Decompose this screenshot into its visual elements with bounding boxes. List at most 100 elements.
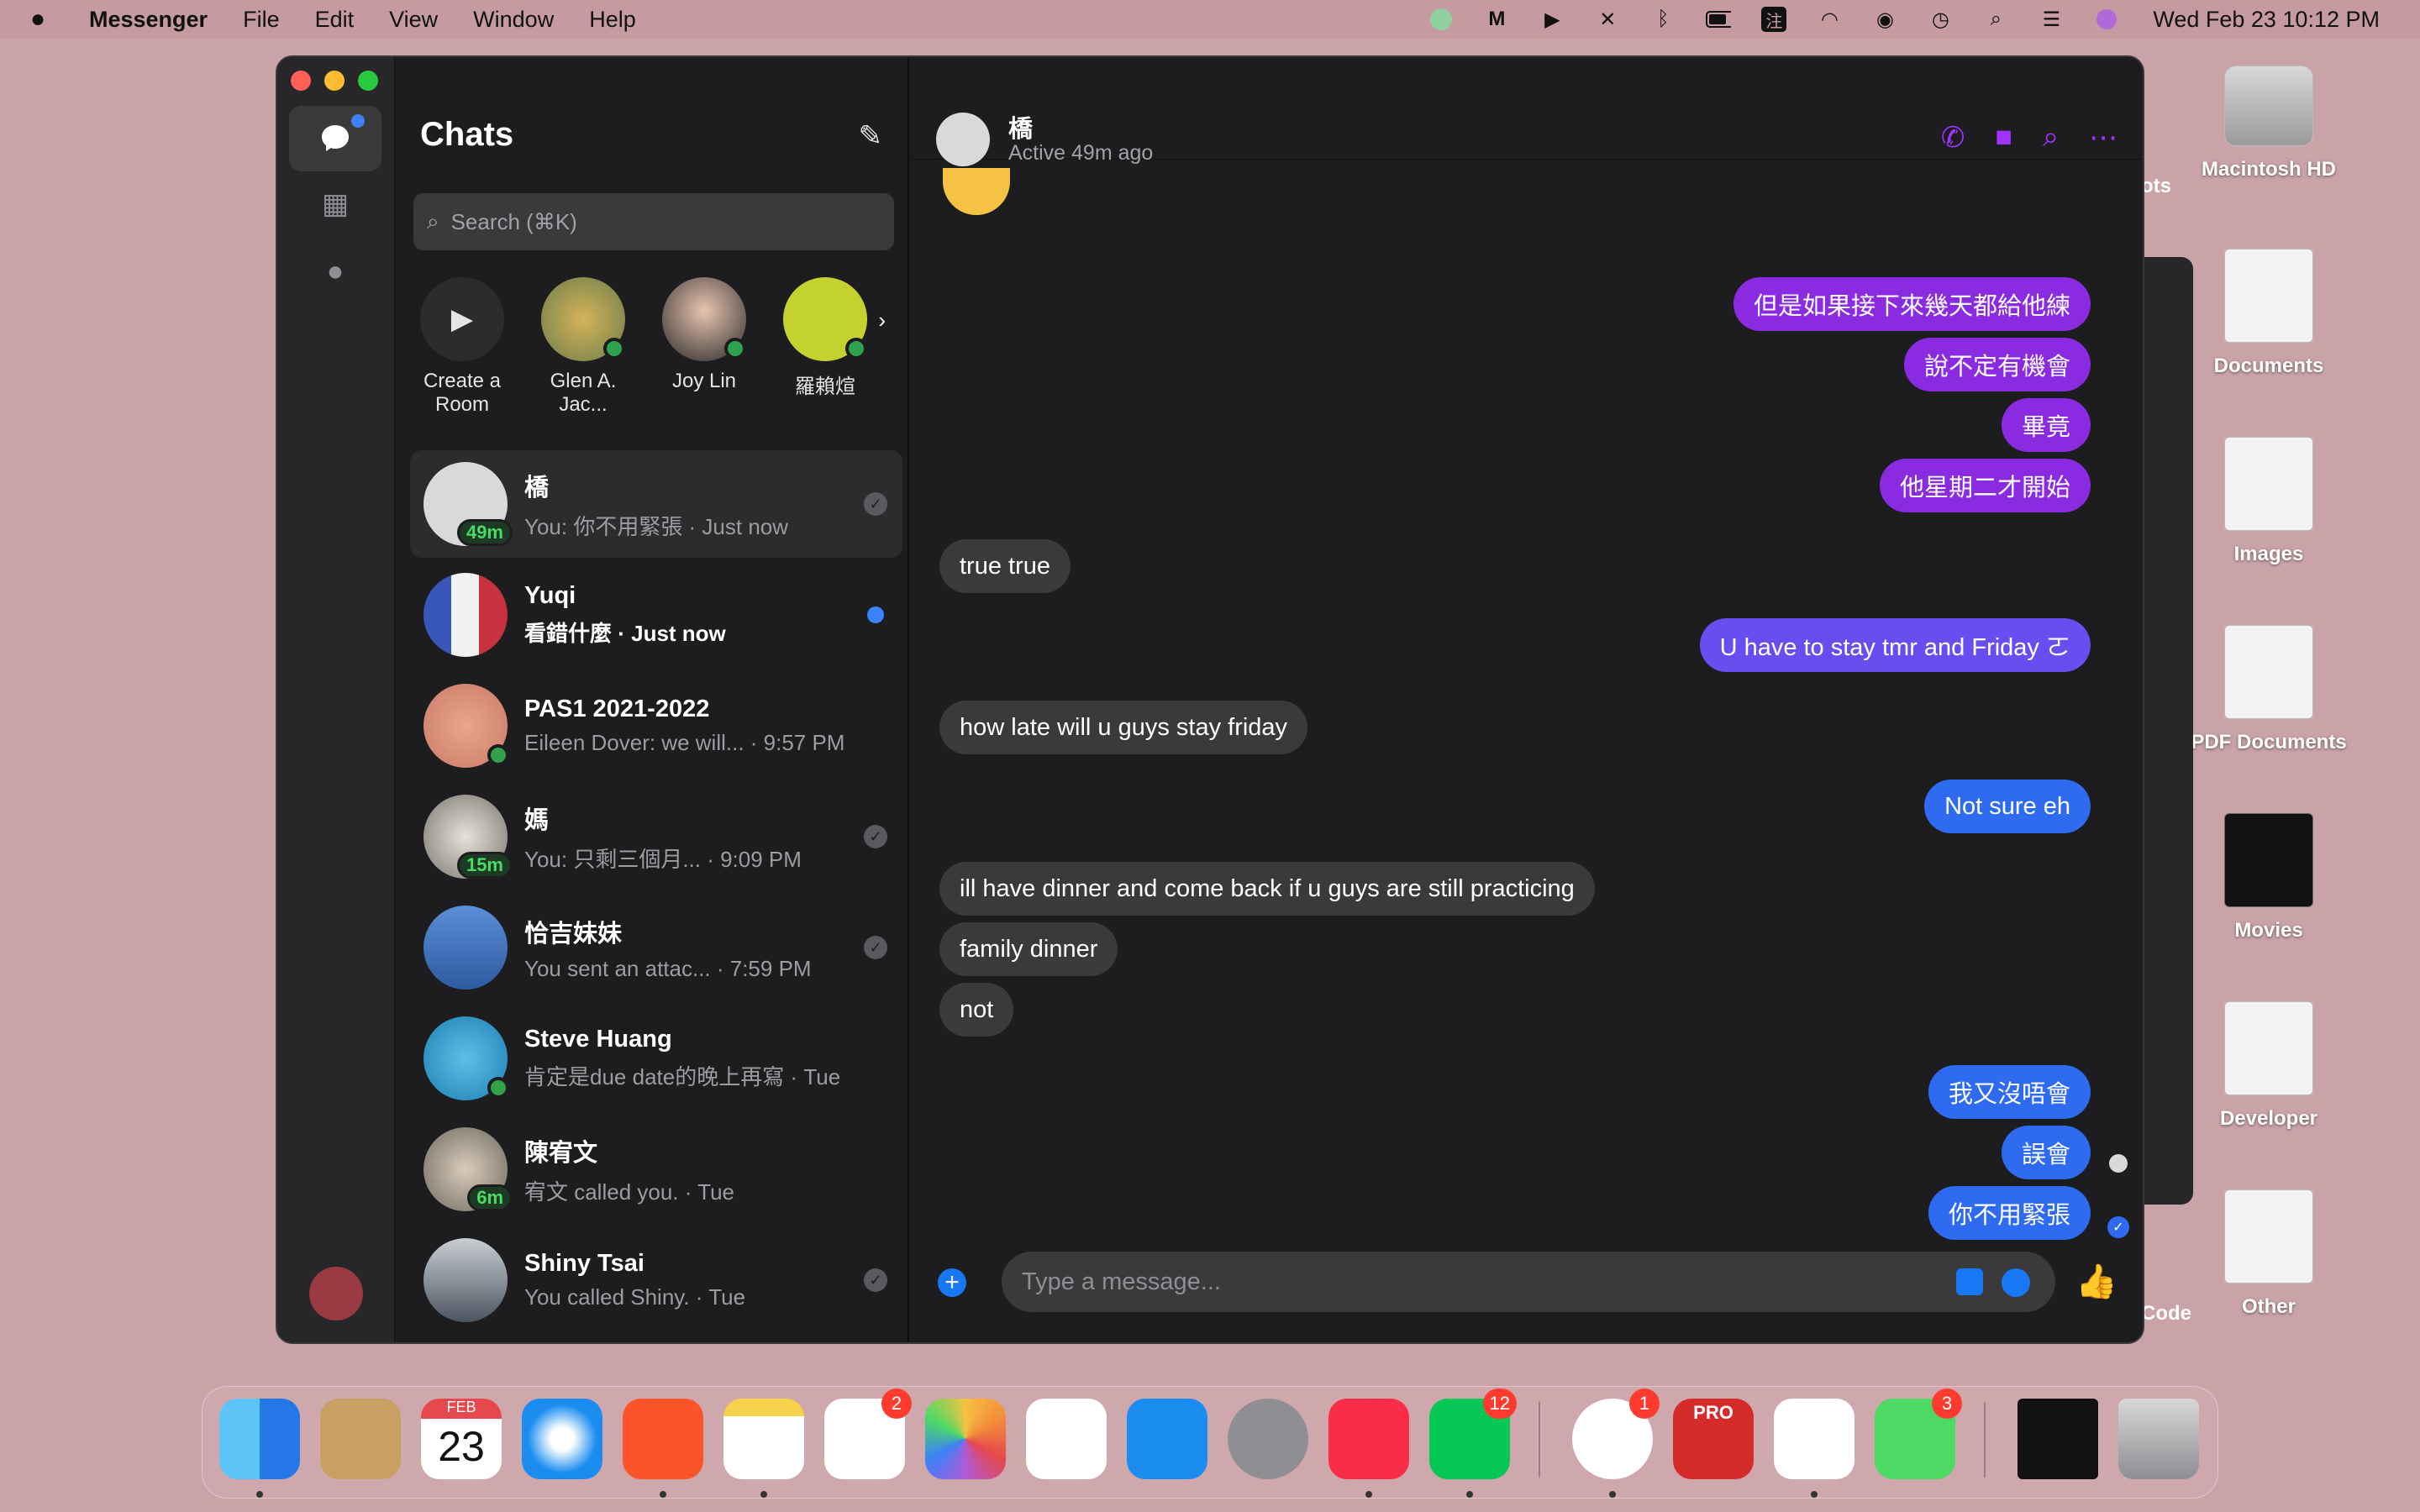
plus-icon[interactable]: + bbox=[938, 1268, 966, 1297]
music-icon[interactable] bbox=[1328, 1399, 1409, 1498]
outgoing-message[interactable]: 說不定有機會 bbox=[1903, 338, 2091, 391]
zoom-window-button[interactable] bbox=[358, 71, 378, 91]
user-account-icon[interactable]: ◉ bbox=[1872, 7, 1897, 32]
trash-icon[interactable] bbox=[2118, 1399, 2199, 1479]
avatar bbox=[424, 1238, 508, 1322]
menubar-clock[interactable]: Wed Feb 23 10:12 PM bbox=[2153, 7, 2380, 33]
menu-help[interactable]: Help bbox=[589, 7, 636, 33]
bluetooth-icon[interactable]: ᛒ bbox=[1650, 7, 1676, 32]
wifi-icon[interactable]: ◠ bbox=[1817, 7, 1842, 32]
conversation-avatar[interactable] bbox=[936, 113, 990, 166]
incoming-message[interactable]: not bbox=[939, 983, 1014, 1037]
photos-icon[interactable] bbox=[925, 1399, 1006, 1479]
line-status-icon[interactable] bbox=[1428, 7, 1454, 32]
brave-icon[interactable] bbox=[623, 1399, 703, 1498]
online-indicator bbox=[845, 338, 867, 360]
safari-icon[interactable] bbox=[522, 1399, 602, 1479]
more-options-icon[interactable]: ⋯ bbox=[2089, 121, 2118, 155]
vscode-icon[interactable] bbox=[1774, 1399, 1854, 1498]
apple-icon[interactable]: ● bbox=[30, 5, 64, 34]
notes-icon[interactable] bbox=[723, 1399, 804, 1498]
outgoing-message[interactable]: 我又沒唔會 bbox=[1928, 1065, 2091, 1119]
finder-icon[interactable] bbox=[219, 1399, 300, 1498]
compose-icon[interactable]: ✎ bbox=[859, 119, 883, 153]
phone-call-icon[interactable]: ✆ bbox=[1941, 121, 1965, 155]
contacts-icon[interactable] bbox=[320, 1399, 401, 1479]
line-icon[interactable]: 12 bbox=[1429, 1389, 1517, 1498]
downloads-stack-icon[interactable] bbox=[2018, 1399, 2098, 1479]
pdf-stack-icon bbox=[2224, 625, 2313, 719]
input-method-icon[interactable]: 注 bbox=[1761, 7, 1787, 32]
siri-icon[interactable] bbox=[2094, 7, 2119, 32]
avatar: 6m bbox=[424, 1127, 513, 1211]
outgoing-message[interactable]: 但是如果接下來幾天都給他練 bbox=[1733, 277, 2091, 331]
chat-row[interactable]: PAS1 2021-2022 Eileen Dover: we will... ·… bbox=[410, 672, 902, 780]
story-contact[interactable]: Joy Lin bbox=[662, 277, 746, 437]
chat-row[interactable]: 恰吉妹妹 You sent an attac... · 7:59 PM ✓ bbox=[410, 894, 902, 1001]
chat-name: PAS1 2021-2022 bbox=[524, 696, 710, 722]
story-contact[interactable]: 羅賴煊 bbox=[783, 277, 867, 437]
battery-icon[interactable] bbox=[1706, 7, 1732, 32]
outgoing-message[interactable]: U have to stay tmr and Friday ㄛ bbox=[1699, 618, 2091, 672]
seen-avatar-indicator bbox=[2109, 1154, 2128, 1173]
story-contact[interactable]: Glen A. Jac... bbox=[541, 277, 625, 437]
system-preferences-icon[interactable] bbox=[1228, 1399, 1308, 1479]
conversation-panel: 橋 Active 49m ago ✆ ■ ⌕ ⋯ 但是如果接下來幾天都給他練 說… bbox=[911, 57, 2143, 1342]
pro-app-icon[interactable]: PRO bbox=[1673, 1399, 1754, 1479]
story-label: Joy Lin bbox=[671, 370, 737, 392]
menu-file[interactable]: File bbox=[243, 7, 280, 33]
thumbs-up-icon[interactable]: 👍 bbox=[2075, 1262, 2118, 1301]
chat-row[interactable]: Shiny Tsai You called Shiny. · Tue ✓ bbox=[410, 1226, 902, 1334]
outgoing-message[interactable]: Not sure eh bbox=[1924, 780, 2091, 833]
control-center-icon[interactable]: ☰ bbox=[2039, 7, 2064, 32]
time-machine-icon[interactable]: ◷ bbox=[1928, 7, 1953, 32]
search-input[interactable]: ⌕ Search (⌘K) bbox=[413, 193, 894, 250]
calendar-icon[interactable]: FEB 23 bbox=[421, 1399, 502, 1479]
message-input[interactable]: Type a message... bbox=[1002, 1252, 2055, 1312]
chat-row[interactable]: 49m 橋 You: 你不用緊張 · Just now ✓ bbox=[410, 450, 902, 558]
outgoing-message[interactable]: 他星期二才開始 bbox=[1879, 459, 2091, 512]
sticker-icon[interactable] bbox=[1956, 1268, 1983, 1295]
chat-row[interactable]: Steve Huang 肯定是due date的晚上再寫 · Tue bbox=[410, 1005, 902, 1112]
video-call-icon[interactable]: ■ bbox=[1995, 121, 2012, 155]
desktop-icon-other[interactable]: Other bbox=[2118, 1189, 2420, 1319]
conversation-name[interactable]: 橋 bbox=[1008, 109, 1033, 144]
mute-icon[interactable]: ✕ bbox=[1595, 7, 1620, 32]
incoming-message[interactable]: ill have dinner and come back if u guys … bbox=[939, 862, 1595, 916]
search-icon[interactable]: ⌕ bbox=[1983, 7, 2008, 32]
outgoing-message[interactable]: 誤會 bbox=[2001, 1126, 2091, 1179]
outgoing-message[interactable]: 畢竟 bbox=[2001, 398, 2091, 452]
marketplace-nav-button[interactable]: ▦ bbox=[289, 171, 381, 237]
play-icon[interactable]: ▶ bbox=[1539, 7, 1565, 32]
pages-icon[interactable] bbox=[1026, 1399, 1107, 1479]
desktop-icon-macintosh-hd[interactable]: Macintosh HD bbox=[2118, 55, 2420, 181]
chat-row[interactable]: 6m 陳宥文 宥文 called you. · Tue bbox=[410, 1116, 902, 1223]
menu-edit[interactable]: Edit bbox=[315, 7, 355, 33]
chevron-right-icon[interactable]: › bbox=[878, 307, 886, 333]
search-conversation-icon[interactable]: ⌕ bbox=[2043, 121, 2059, 155]
incoming-message[interactable]: family dinner bbox=[939, 922, 1118, 976]
messenger-icon[interactable]: 1 bbox=[1572, 1389, 1660, 1498]
create-room-button[interactable]: ▶ Create a Room bbox=[420, 277, 504, 437]
chat-row[interactable]: 15m 媽 You: 只剩三個月... · 9:09 PM ✓ bbox=[410, 783, 902, 890]
menu-app-name[interactable]: Messenger bbox=[89, 7, 208, 33]
menu-bar: ● Messenger File Edit View Window Help M… bbox=[0, 0, 2420, 39]
incoming-message[interactable]: true true bbox=[939, 539, 1071, 593]
facetime-icon[interactable]: 3 bbox=[1875, 1389, 1962, 1479]
close-window-button[interactable] bbox=[291, 71, 311, 91]
menu-view[interactable]: View bbox=[389, 7, 438, 33]
profile-avatar[interactable] bbox=[309, 1267, 363, 1320]
minimize-window-button[interactable] bbox=[324, 71, 345, 91]
incoming-message[interactable]: how late will u guys stay friday bbox=[939, 701, 1308, 754]
emoji-icon[interactable] bbox=[2002, 1268, 2030, 1297]
menu-window[interactable]: Window bbox=[473, 7, 554, 33]
app-store-icon[interactable] bbox=[1127, 1399, 1207, 1479]
outgoing-message[interactable]: 你不用緊張 bbox=[1928, 1186, 2091, 1240]
reminders-icon[interactable]: 2 bbox=[824, 1389, 912, 1479]
messenger-window: ▦ ● Chats ✎ ⌕ Search (⌘K) ▶ Create a Roo… bbox=[276, 55, 2144, 1344]
m-app-status-icon[interactable]: M bbox=[1484, 7, 1509, 32]
message-requests-nav-button[interactable]: ● bbox=[289, 239, 381, 304]
chats-nav-button[interactable] bbox=[289, 106, 381, 171]
active-status: Active 49m ago bbox=[1008, 141, 1154, 165]
chat-row[interactable]: Yuqi 看錯什麼 · Just now bbox=[410, 561, 902, 669]
